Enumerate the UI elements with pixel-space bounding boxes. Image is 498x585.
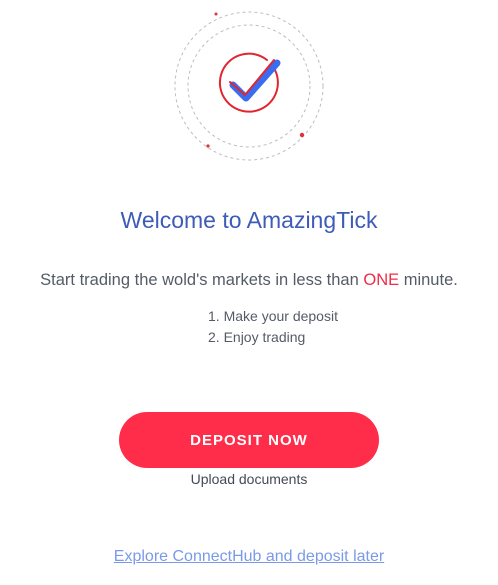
steps-list: 1. Make your deposit 2. Enjoy trading (208, 306, 338, 348)
welcome-subtitle: Start trading the wold's markets in less… (0, 271, 498, 290)
explore-later-link[interactable]: Explore ConnectHub and deposit later (0, 548, 498, 566)
welcome-title: Welcome to AmazingTick (120, 207, 378, 233)
hero-illustration (171, 8, 327, 164)
subtitle-text-end: minute. (399, 271, 458, 289)
orbit-dot (214, 12, 218, 16)
subtitle-highlight: ONE (363, 271, 400, 289)
deposit-now-button[interactable]: DEPOSIT NOW (119, 412, 379, 468)
orbit-dot (299, 132, 305, 138)
upload-documents-link[interactable]: Upload documents (0, 471, 498, 487)
check-circle-outline (218, 52, 279, 113)
step-item: 1. Make your deposit (208, 308, 338, 324)
step-item: 2. Enjoy trading (208, 329, 306, 345)
subtitle-text-start: Start trading the wold's markets in less… (40, 271, 364, 289)
check-badge-icon (174, 11, 324, 161)
inner-dashed-ring (187, 24, 311, 148)
check-mark-fill (229, 59, 281, 102)
outer-dashed-ring (174, 11, 324, 161)
orbit-dot (206, 144, 210, 148)
